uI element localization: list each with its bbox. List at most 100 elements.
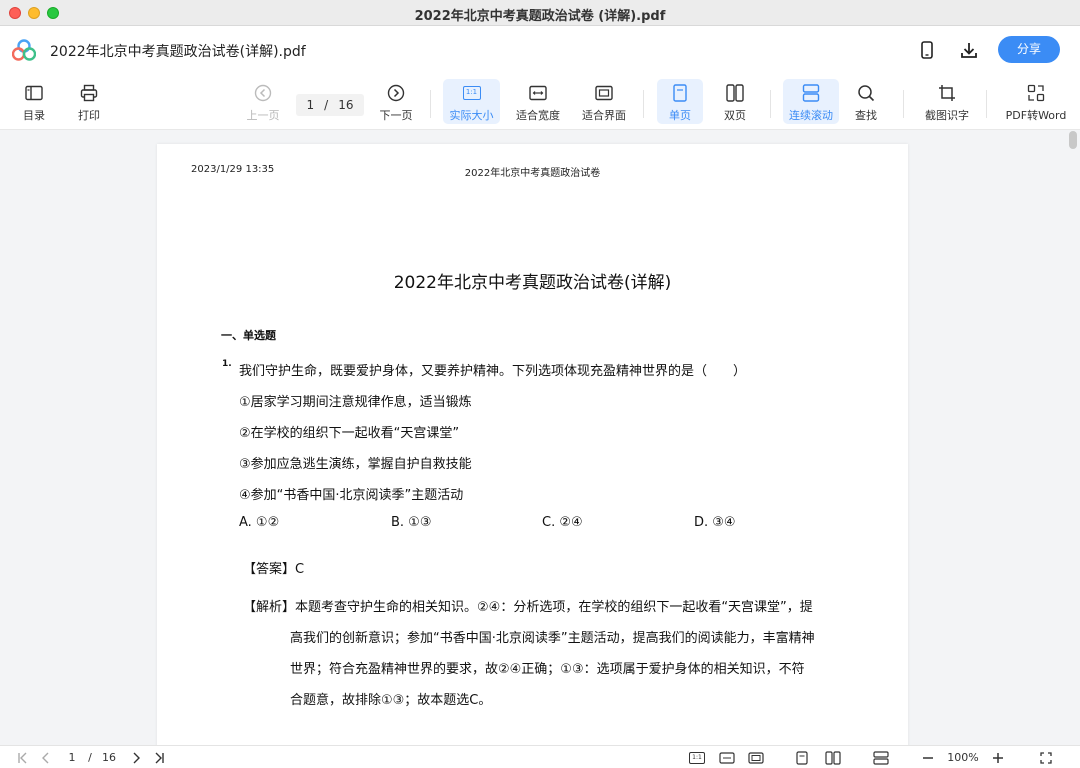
toolbar: 目录 打印 上一页 1 / 16 下一页 1:1 实际大小 适合宽度 适合界面 …	[0, 74, 1080, 130]
zoom-level[interactable]: 100%	[943, 749, 983, 766]
current-page-input[interactable]: 1	[307, 98, 315, 112]
single-page-label: 单页	[669, 109, 691, 122]
continuous-scroll-icon	[801, 83, 821, 103]
single-page-icon[interactable]	[794, 749, 810, 766]
vertical-scrollbar[interactable]	[1066, 130, 1080, 745]
fit-page-icon[interactable]	[747, 749, 765, 766]
print-button[interactable]: 打印	[69, 79, 109, 124]
toolbar-divider	[430, 90, 431, 118]
pdf-to-word-button[interactable]: PDF转Word	[1000, 79, 1072, 124]
share-button[interactable]: 分享	[998, 36, 1060, 63]
prev-page-icon[interactable]	[38, 749, 54, 766]
search-icon	[856, 83, 876, 103]
fit-page-icon	[594, 83, 614, 103]
double-page-icon	[725, 83, 745, 103]
question-item: ③参加应急逃生演练，掌握自护自救技能	[239, 457, 472, 472]
continuous-scroll-button[interactable]: 连续滚动	[783, 79, 839, 124]
status-bar: 1 / 16 1:1 100%	[0, 745, 1080, 768]
analysis-text: 世界；符合充盈精神世界的要求，故②④正确；①③：选项属于爱护身体的相关知识，不符	[290, 662, 805, 677]
answer-option: A. ①②	[239, 515, 280, 530]
answer-value: C	[295, 562, 305, 577]
single-page-button[interactable]: 单页	[657, 79, 703, 124]
pdf-to-word-icon	[1026, 83, 1046, 103]
paper-title: 2022年北京中考真题政治试卷(详解)	[393, 273, 672, 293]
actual-size-icon: 1:1	[462, 83, 482, 103]
first-page-icon[interactable]	[14, 749, 32, 766]
question-item: ②在学校的组织下一起收看“天宫课堂”	[239, 426, 460, 441]
toolbar-divider	[770, 90, 771, 118]
fit-width-icon[interactable]	[718, 749, 736, 766]
answer-option: C. ②④	[542, 515, 583, 530]
scrollbar-thumb[interactable]	[1069, 131, 1077, 149]
fullscreen-icon[interactable]	[1037, 749, 1055, 766]
find-label: 查找	[855, 109, 877, 122]
section-heading: 一、单选题	[221, 329, 276, 342]
single-page-icon	[670, 83, 690, 103]
last-page-icon[interactable]	[150, 749, 168, 766]
fit-page-button[interactable]: 适合界面	[578, 79, 630, 124]
window-titlebar: 2022年北京中考真题政治试卷 (详解).pdf	[0, 0, 1080, 26]
fit-width-label: 适合宽度	[516, 109, 560, 122]
analysis-text: 本题考查守护生命的相关知识。②④：分析选项，在学校的组织下一起收看“天宫课堂”，…	[295, 600, 813, 615]
analysis-label: 【解析】	[243, 600, 296, 615]
download-icon[interactable]	[957, 38, 981, 62]
answer-label: 【答案】	[243, 562, 296, 577]
analysis-line: 【解析】本题考查守护生命的相关知识。②④：分析选项，在学校的组织下一起收看“天宫…	[243, 596, 813, 615]
actual-size-icon[interactable]: 1:1	[688, 749, 706, 766]
analysis-text: 高我们的创新意识；参加“书香中国·北京阅读季”主题活动，提高我们的阅读能力，丰富…	[290, 631, 815, 646]
window-title: 2022年北京中考真题政治试卷 (详解).pdf	[414, 9, 666, 24]
next-page-button[interactable]: 下一页	[376, 79, 416, 124]
next-page-icon	[386, 83, 406, 103]
page-header-title: 2022年北京中考真题政治试卷	[464, 168, 601, 179]
phone-icon[interactable]	[915, 38, 939, 62]
question-item: ④参加“书香中国·北京阅读季”主题活动	[239, 488, 464, 503]
toc-icon	[24, 83, 44, 103]
toolbar-divider	[643, 90, 644, 118]
screenshot-ocr-icon	[937, 83, 957, 103]
zoom-out-icon[interactable]	[920, 749, 936, 766]
next-page-icon[interactable]	[128, 749, 144, 766]
app-header: 2022年北京中考真题政治试卷(详解).pdf 分享	[0, 26, 1080, 74]
document-title: 2022年北京中考真题政治试卷(详解).pdf	[50, 44, 306, 60]
toolbar-divider	[986, 90, 987, 118]
zoom-in-icon[interactable]	[990, 749, 1006, 766]
screenshot-ocr-button[interactable]: 截图识字	[920, 79, 974, 124]
status-current-page[interactable]: 1	[64, 749, 80, 766]
continuous-scroll-icon[interactable]	[872, 749, 890, 766]
next-page-label: 下一页	[379, 109, 413, 122]
prev-page-button[interactable]: 上一页	[243, 79, 283, 124]
answer-option: D. ③④	[694, 515, 736, 530]
double-page-button[interactable]: 双页	[713, 79, 757, 124]
toc-button[interactable]: 目录	[14, 79, 54, 124]
status-page-separator: /	[88, 751, 92, 764]
find-button[interactable]: 查找	[846, 79, 886, 124]
fit-page-label: 适合界面	[582, 109, 626, 122]
page-separator: /	[324, 98, 329, 112]
print-icon	[79, 83, 99, 103]
page-number-box[interactable]: 1 / 16	[296, 94, 364, 116]
toc-label: 目录	[23, 109, 45, 122]
actual-size-button[interactable]: 1:1 实际大小	[443, 79, 500, 124]
question-item: ①居家学习期间注意规律作息，适当锻炼	[239, 395, 472, 410]
question-text: 我们守护生命，既要爱护身体，又要养护精神。下列选项体现充盈精神世界的是（ ）	[239, 364, 747, 379]
prev-page-label: 上一页	[246, 109, 280, 122]
prev-page-icon	[253, 83, 273, 103]
document-viewport[interactable]: 2023/1/29 13:35 2022年北京中考真题政治试卷 2022年北京中…	[0, 130, 1080, 745]
fit-width-button[interactable]: 适合宽度	[512, 79, 564, 124]
screenshot-ocr-label: 截图识字	[925, 109, 969, 122]
fit-width-icon	[528, 83, 548, 103]
question-number: 1.	[222, 359, 232, 369]
answer-line: 【答案】C	[243, 558, 304, 577]
analysis-text: 合题意，故排除①③；故本题选C。	[290, 693, 492, 708]
total-pages: 16	[338, 98, 354, 112]
continuous-scroll-label: 连续滚动	[789, 109, 833, 122]
app-logo-icon	[11, 39, 37, 61]
answer-option: B. ①③	[391, 515, 432, 530]
pdf-page: 2023/1/29 13:35 2022年北京中考真题政治试卷 2022年北京中…	[157, 144, 908, 745]
double-page-label: 双页	[724, 109, 746, 122]
pdf-to-word-label: PDF转Word	[1005, 109, 1067, 122]
print-label: 打印	[78, 109, 100, 122]
status-total-pages: 16	[102, 751, 116, 764]
actual-size-label: 实际大小	[449, 109, 494, 122]
double-page-icon[interactable]	[824, 749, 842, 766]
